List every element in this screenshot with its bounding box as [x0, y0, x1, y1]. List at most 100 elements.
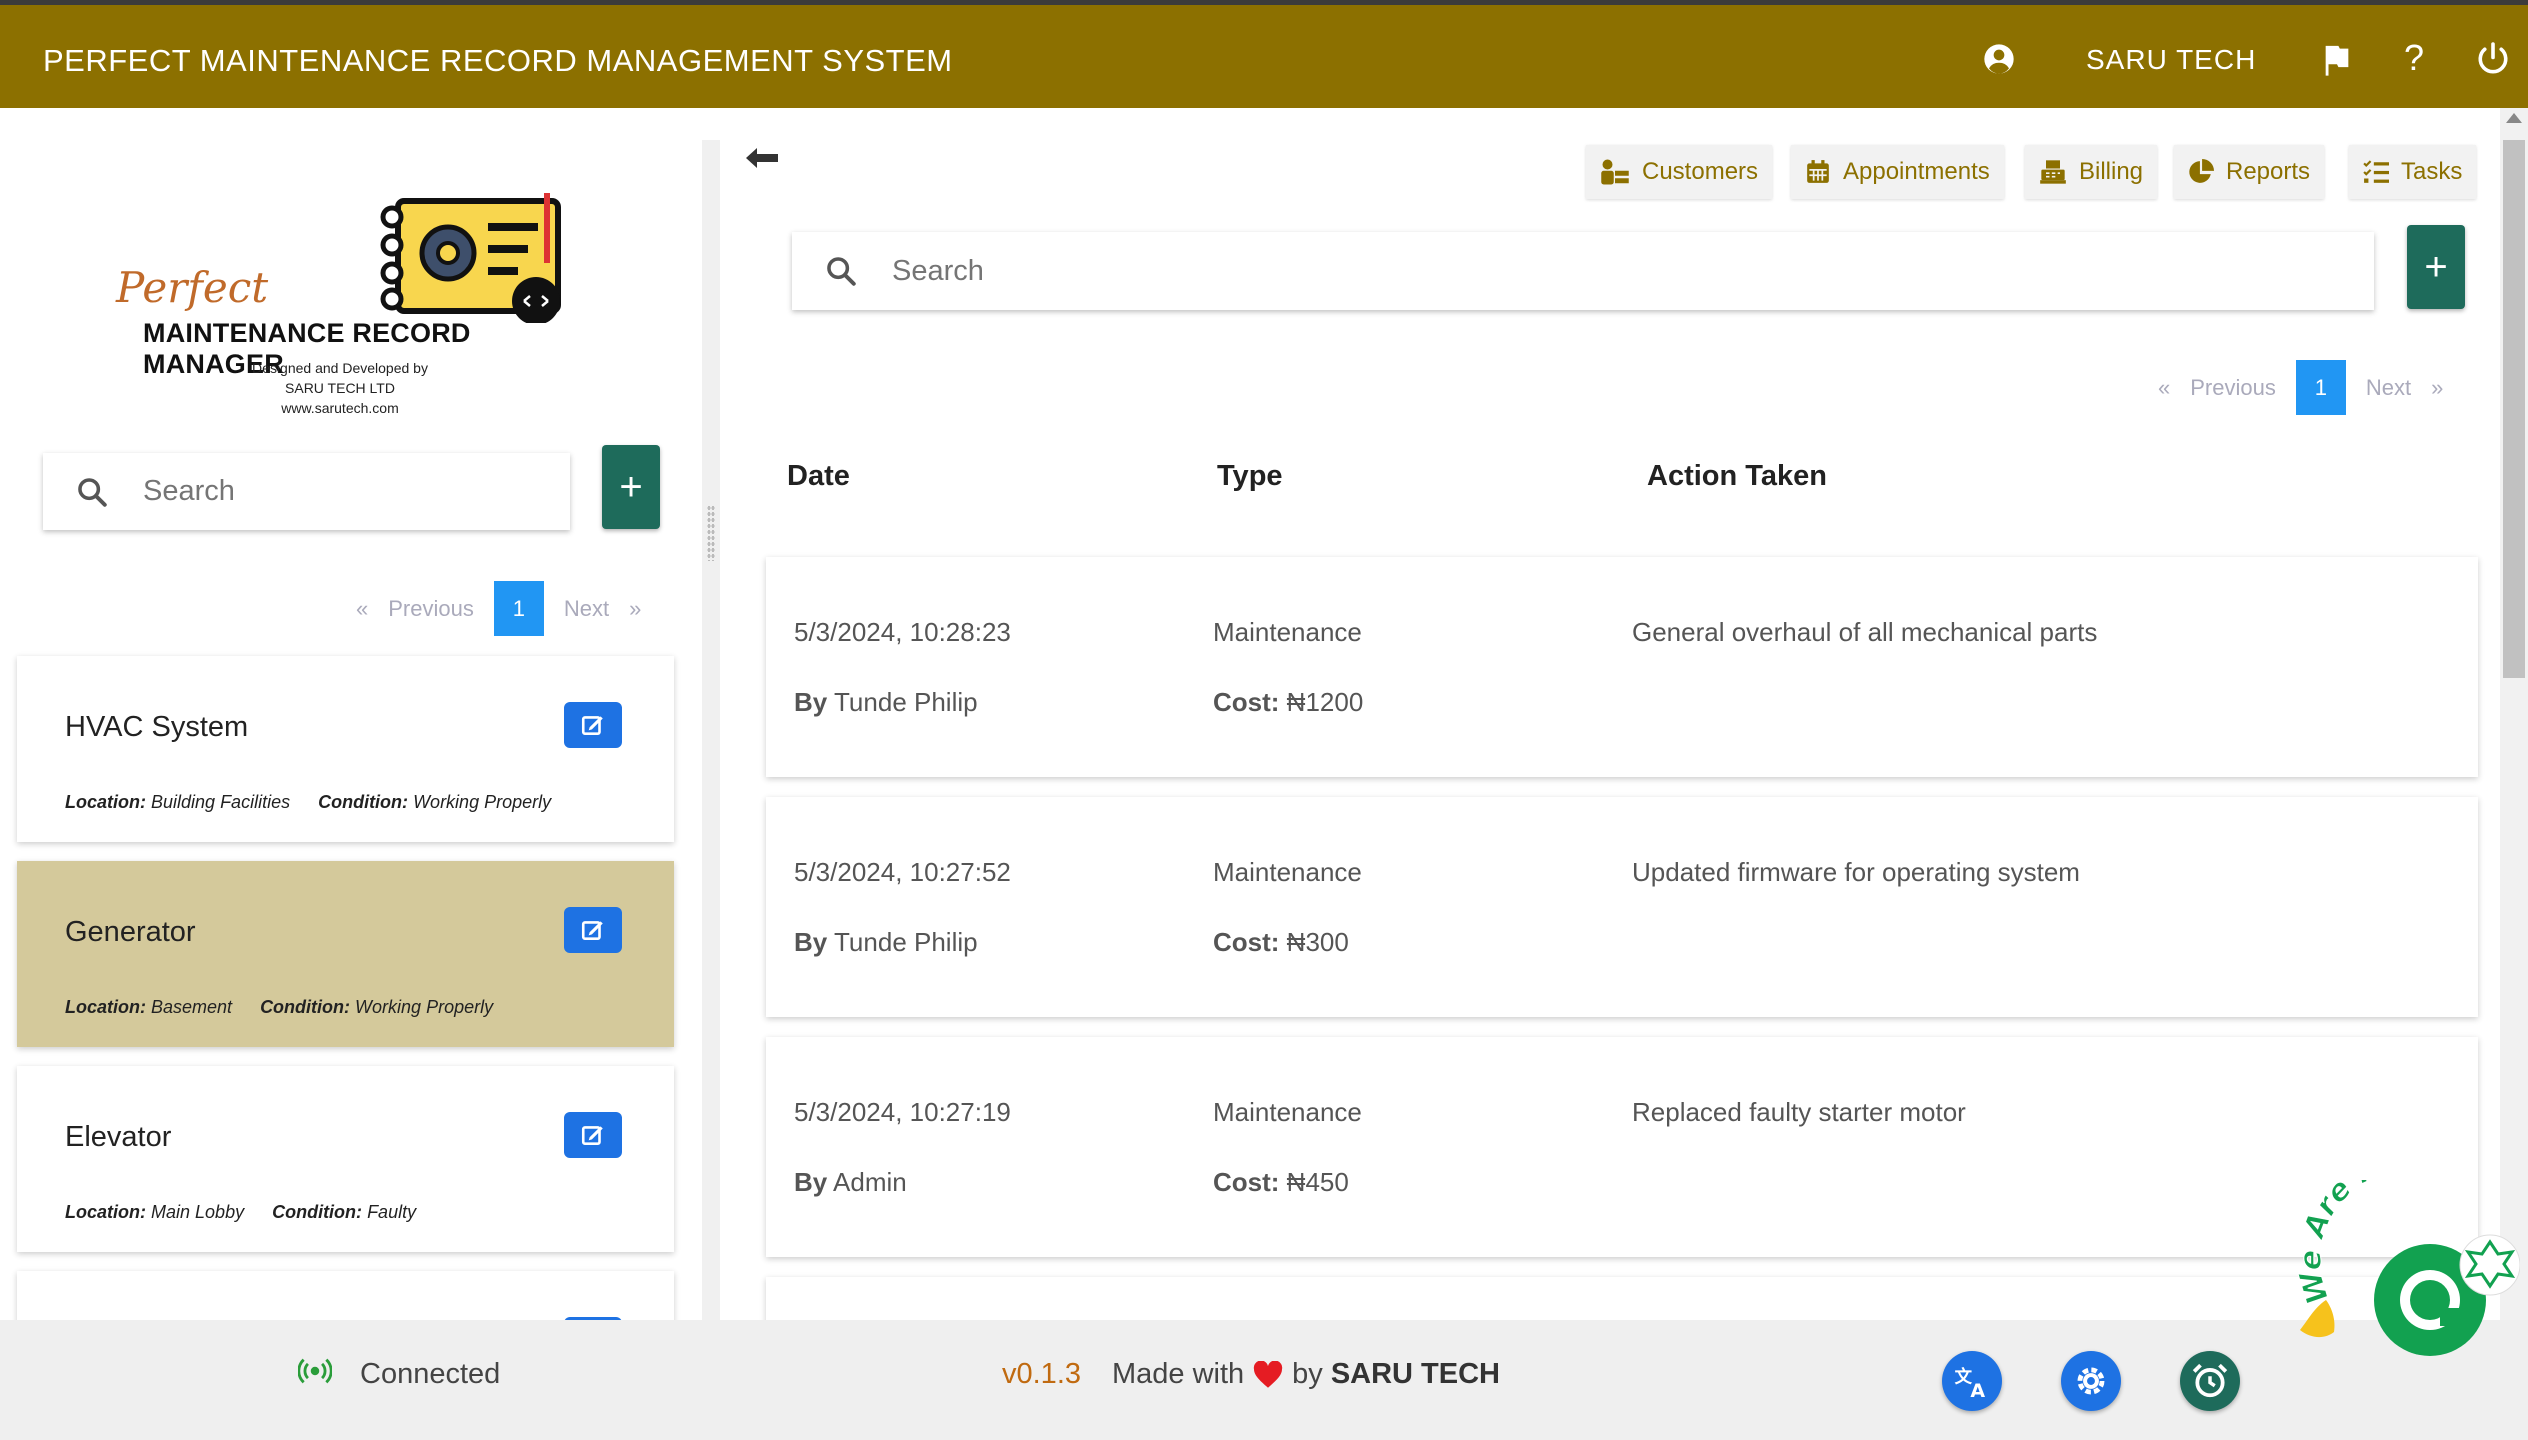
nav-customers-button[interactable]: Customers — [1586, 145, 1773, 199]
alarm-button[interactable] — [2180, 1351, 2240, 1411]
panel-divider[interactable] — [702, 140, 720, 1320]
asset-search-input[interactable] — [143, 469, 543, 513]
by-label: By — [794, 687, 828, 717]
cost-value: ₦450 — [1286, 1167, 1349, 1197]
settings-button[interactable] — [2061, 1351, 2121, 1411]
technician-name: Tunde Philip — [834, 927, 978, 957]
logo-credit-line: Designed and Developed by — [252, 360, 428, 376]
back-arrow-icon[interactable] — [745, 147, 779, 169]
by-label: By — [794, 927, 828, 957]
asset-list-panel: Perfect MAINTENANCE RECORD MANAGER Desig… — [0, 108, 702, 1320]
asset-meta: Location: Basement Condition: Working Pro… — [65, 997, 493, 1018]
logo-notebook-gear-icon — [380, 193, 561, 323]
resize-handle[interactable] — [707, 505, 715, 561]
help-icon[interactable]: ? — [2404, 37, 2424, 79]
asset-name: HVAC System — [65, 711, 249, 743]
heart-icon — [1254, 1360, 1283, 1388]
top-app-bar: PERFECT MAINTENANCE RECORD MANAGEMENT SY… — [0, 0, 2528, 108]
nav-tasks-button[interactable]: Tasks — [2349, 145, 2477, 199]
app-version: v0.1.3 — [1002, 1358, 1081, 1390]
record-pagination: « Previous 1 Next » — [2148, 360, 2453, 415]
asset-card-generator[interactable]: Generator Location: Basement Condition: W… — [17, 861, 674, 1047]
nav-label: Billing — [2079, 158, 2144, 185]
record-search-input[interactable] — [892, 249, 2292, 293]
brand-name: SARU TECH — [1330, 1358, 1500, 1390]
cost-value: ₦1200 — [1286, 687, 1364, 717]
by-text: by — [1292, 1358, 1323, 1390]
customers-icon — [1601, 159, 1629, 185]
condition-label: Condition: — [318, 792, 409, 812]
pager-next[interactable]: Next — [554, 596, 619, 622]
user-name[interactable]: SARU TECH — [2086, 44, 2256, 76]
asset-card-partial[interactable] — [17, 1271, 674, 1320]
record-cost: Cost: ₦300 — [1213, 927, 1349, 958]
record-date: 5/3/2024, 10:27:52 — [794, 857, 1011, 887]
asset-name: Elevator — [65, 1121, 172, 1153]
svg-text:A: A — [1970, 1380, 1985, 1400]
edit-asset-button[interactable] — [564, 907, 622, 953]
add-asset-button[interactable]: + — [602, 445, 660, 529]
app-logo: Perfect MAINTENANCE RECORD MANAGER Desig… — [110, 193, 610, 423]
nav-appointments-button[interactable]: Appointments — [1791, 145, 2004, 199]
account-circle-icon[interactable] — [1983, 43, 2015, 75]
chat-widget[interactable]: We Are Here — [2290, 1143, 2521, 1360]
translate-icon: 文A — [1955, 1367, 1986, 1400]
column-header-type: Type — [1217, 460, 1283, 492]
record-cost: Cost: ₦450 — [1213, 1167, 1349, 1198]
asset-card-elevator[interactable]: Elevator Location: Main Lobby Condition: … — [17, 1066, 674, 1252]
record-technician: By Admin — [794, 1167, 907, 1198]
pager-next[interactable]: Next — [2356, 375, 2421, 401]
pager-previous[interactable]: Previous — [2180, 375, 2286, 401]
pager-last[interactable]: » — [2421, 375, 2453, 401]
nav-reports-button[interactable]: Reports — [2174, 145, 2325, 199]
location-label: Location: — [65, 997, 146, 1017]
scroll-up-arrow[interactable] — [2506, 113, 2522, 123]
scrollbar-thumb[interactable] — [2503, 140, 2525, 678]
gear-icon — [2077, 1367, 2105, 1395]
asset-meta: Location: Building Facilities Condition: … — [65, 792, 551, 813]
pie-chart-icon — [2189, 159, 2214, 183]
maintenance-record[interactable]: 5/3/2024, 10:27:19 Maintenance Replaced … — [766, 1037, 2478, 1257]
nav-label: Reports — [2226, 158, 2311, 185]
language-button[interactable]: 文A — [1942, 1351, 2002, 1411]
record-date: 5/3/2024, 10:27:19 — [794, 1097, 1011, 1127]
asset-location: Basement — [151, 997, 233, 1017]
status-footer: Connected v0.1.3 Made with by SARU TECH … — [0, 1320, 2528, 1440]
edit-icon — [581, 716, 603, 735]
search-icon — [827, 257, 856, 286]
maintenance-record[interactable]: 5/3/2024, 10:28:23 Maintenance General o… — [766, 557, 2478, 777]
cost-label: Cost: — [1213, 927, 1280, 957]
power-icon[interactable] — [2475, 41, 2511, 77]
record-type: Maintenance — [1213, 617, 1362, 647]
register-icon — [2040, 160, 2066, 184]
record-action: General overhaul of all mechanical parts — [1632, 617, 2098, 647]
pager-previous[interactable]: Previous — [378, 596, 484, 622]
asset-card-hvac[interactable]: HVAC System Location: Building Facilitie… — [17, 656, 674, 842]
edit-icon — [581, 921, 603, 940]
cost-label: Cost: — [1213, 687, 1280, 717]
edit-asset-button[interactable] — [564, 1112, 622, 1158]
pager-current-page[interactable]: 1 — [2295, 360, 2346, 415]
made-with-credit: Made with by SARU TECH — [1112, 1358, 1500, 1391]
record-cost: Cost: ₦1200 — [1213, 687, 1363, 718]
nav-billing-button[interactable]: Billing — [2025, 145, 2158, 199]
location-label: Location: — [65, 1202, 146, 1222]
by-label: By — [794, 1167, 828, 1197]
technician-name: Tunde Philip — [834, 687, 978, 717]
edit-asset-button[interactable] — [564, 702, 622, 748]
alarm-clock-icon — [2192, 1363, 2228, 1398]
add-record-button[interactable]: + — [2407, 225, 2465, 309]
maintenance-record[interactable]: 5/3/2024, 10:27:52 Maintenance Updated f… — [766, 797, 2478, 1017]
condition-label: Condition: — [260, 997, 351, 1017]
asset-condition: Working Properly — [413, 792, 552, 812]
pager-last[interactable]: » — [619, 596, 651, 622]
flag-icon[interactable] — [2320, 43, 2354, 77]
pager-first[interactable]: « — [2148, 375, 2180, 401]
pager-current-page[interactable]: 1 — [493, 581, 544, 636]
record-type: Maintenance — [1213, 1097, 1362, 1127]
pager-first[interactable]: « — [346, 596, 378, 622]
nav-label: Customers — [1642, 158, 1759, 185]
asset-name: Generator — [65, 916, 196, 948]
asset-location: Main Lobby — [151, 1202, 245, 1222]
asset-meta: Location: Main Lobby Condition: Faulty — [65, 1202, 416, 1223]
